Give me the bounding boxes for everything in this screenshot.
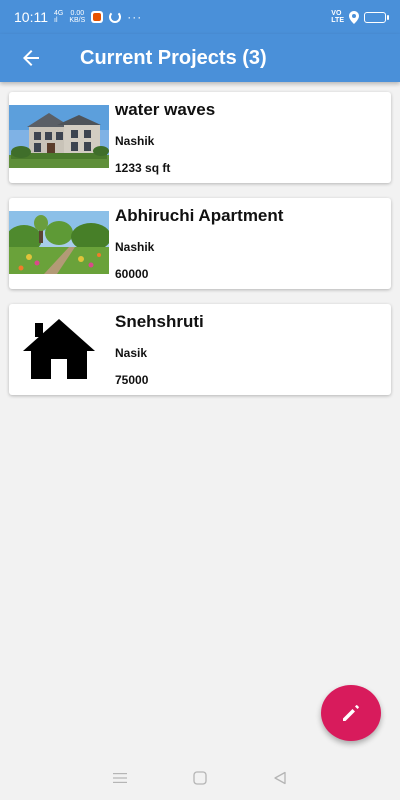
nav-home-button[interactable] xyxy=(185,763,215,793)
network-indicator: 4G ıl xyxy=(54,10,64,24)
edit-fab-button[interactable] xyxy=(321,685,381,741)
location-icon xyxy=(349,10,359,24)
system-nav-bar xyxy=(0,756,400,800)
arrow-back-icon xyxy=(23,50,39,66)
project-name: Snehshruti xyxy=(115,312,204,331)
more-notifications-icon: ··· xyxy=(127,10,143,24)
project-card[interactable]: water waves Nashik 1233 sq ft xyxy=(9,92,391,183)
app-bar: Current Projects (3) xyxy=(0,34,400,82)
battery-icon xyxy=(364,11,389,23)
project-thumbnail xyxy=(9,105,109,168)
nav-menu-button[interactable] xyxy=(105,763,135,793)
project-location: Nashik xyxy=(115,134,155,148)
menu-icon xyxy=(113,773,127,783)
nav-back-button[interactable] xyxy=(265,763,295,793)
project-size: 60000 xyxy=(115,267,149,281)
back-triangle-icon xyxy=(274,771,286,785)
project-name: Abhiruchi Apartment xyxy=(115,206,284,225)
back-button[interactable] xyxy=(0,34,56,82)
app-notification-icon xyxy=(91,11,104,23)
project-size: 1233 sq ft xyxy=(115,161,171,175)
status-time: 10:11 xyxy=(14,9,48,25)
project-location: Nashik xyxy=(115,240,155,254)
home-square-icon xyxy=(193,771,207,785)
status-bar: 10:11 4G ıl 0.00 KB/S ··· VO LTE xyxy=(0,0,400,34)
network-speed: 0.00 KB/S xyxy=(69,10,86,24)
page-title: Current Projects (3) xyxy=(80,46,267,69)
project-size: 75000 xyxy=(115,373,149,387)
pencil-icon xyxy=(343,705,359,721)
sync-icon xyxy=(109,11,122,23)
volte-indicator: VO LTE xyxy=(331,10,344,24)
project-thumbnail xyxy=(9,211,109,274)
project-name: water waves xyxy=(115,100,216,119)
project-card[interactable]: Snehshruti Nasik 75000 xyxy=(9,304,391,395)
project-location: Nasik xyxy=(115,346,148,360)
project-list: water waves Nashik 1233 sq ft Abhiruchi … xyxy=(9,92,391,410)
project-card[interactable]: Abhiruchi Apartment Nashik 60000 xyxy=(9,198,391,289)
home-icon xyxy=(9,317,109,380)
